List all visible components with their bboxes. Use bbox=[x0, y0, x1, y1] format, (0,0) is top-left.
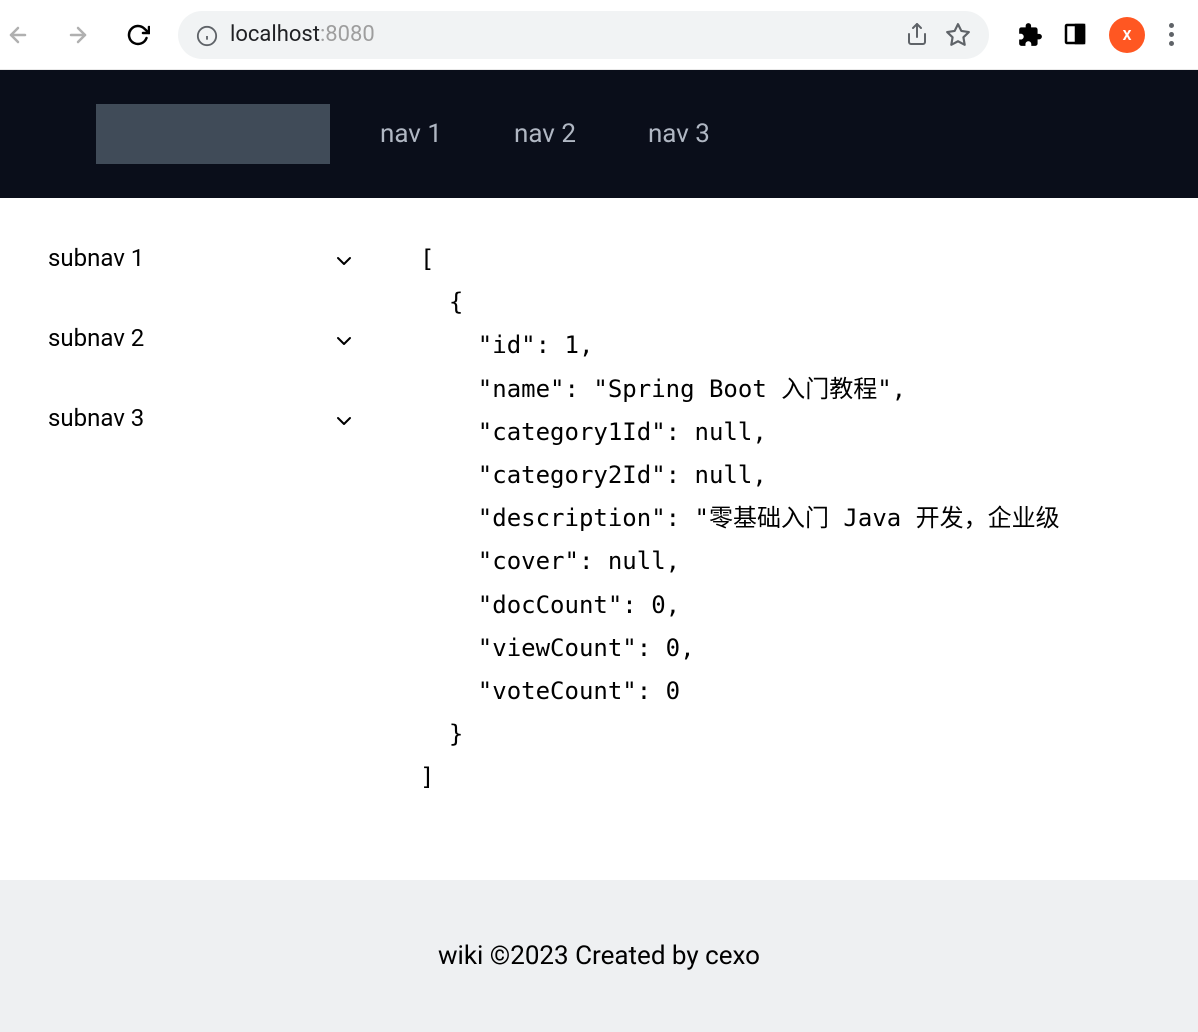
subnav-item-1[interactable]: subnav 1 bbox=[40, 218, 360, 298]
star-icon[interactable] bbox=[945, 22, 971, 48]
main-layout: subnav 1 subnav 2 subnav 3 [ { "id": 1, … bbox=[0, 198, 1198, 880]
browser-toolbar: localhost:8080 x bbox=[0, 0, 1198, 70]
subnav-item-2[interactable]: subnav 2 bbox=[40, 298, 360, 378]
panel-icon[interactable] bbox=[1063, 22, 1089, 48]
json-content: [ { "id": 1, "name": "Spring Boot 入门教程",… bbox=[400, 198, 1198, 880]
extensions-icon[interactable] bbox=[1017, 22, 1043, 48]
url-text: localhost:8080 bbox=[230, 22, 375, 47]
subnav-item-3[interactable]: subnav 3 bbox=[40, 378, 360, 458]
avatar[interactable]: x bbox=[1109, 17, 1145, 53]
nav-item-3[interactable]: nav 3 bbox=[648, 119, 710, 149]
logo-placeholder bbox=[96, 104, 330, 164]
subnav-label: subnav 2 bbox=[48, 324, 144, 352]
nav-item-2[interactable]: nav 2 bbox=[514, 119, 576, 149]
subnav-label: subnav 3 bbox=[48, 404, 144, 432]
info-icon bbox=[196, 25, 216, 45]
subnav-label: subnav 1 bbox=[48, 244, 144, 272]
forward-button[interactable] bbox=[66, 23, 90, 47]
nav-item-1[interactable]: nav 1 bbox=[380, 119, 442, 149]
menu-button[interactable] bbox=[1165, 19, 1178, 50]
chevron-down-icon bbox=[336, 404, 352, 432]
footer: wiki ©2023 Created by cexo bbox=[0, 880, 1198, 1032]
sidebar: subnav 1 subnav 2 subnav 3 bbox=[0, 198, 400, 880]
reload-button[interactable] bbox=[126, 23, 150, 47]
back-arrow-icon[interactable] bbox=[6, 23, 30, 47]
address-bar[interactable]: localhost:8080 bbox=[178, 11, 989, 59]
chevron-down-icon bbox=[336, 244, 352, 272]
footer-text: wiki ©2023 Created by cexo bbox=[438, 941, 760, 971]
chevron-down-icon bbox=[336, 324, 352, 352]
avatar-letter: x bbox=[1122, 24, 1131, 45]
share-icon[interactable] bbox=[905, 22, 931, 48]
app-header: nav 1 nav 2 nav 3 bbox=[0, 70, 1198, 198]
top-nav: nav 1 nav 2 nav 3 bbox=[380, 119, 710, 149]
